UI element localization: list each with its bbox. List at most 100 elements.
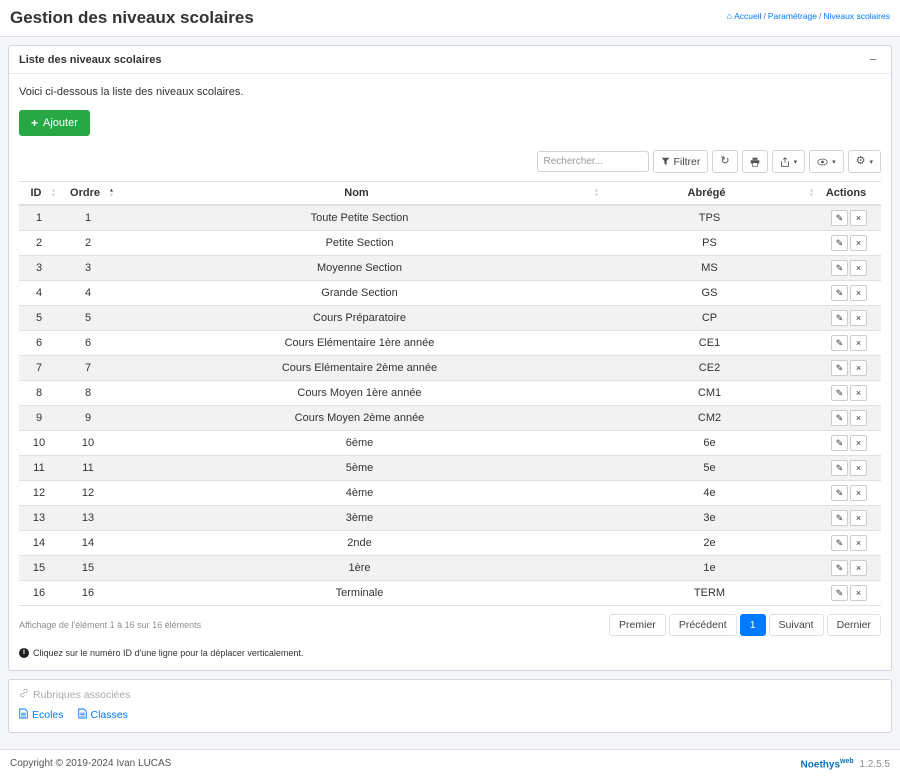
cell-id[interactable]: 3 bbox=[19, 256, 59, 281]
drag-hint-text: Cliquez sur le numéro ID d'une ligne pou… bbox=[33, 648, 303, 658]
edit-row-button[interactable]: ✎ bbox=[831, 535, 848, 551]
cell-id[interactable]: 2 bbox=[19, 231, 59, 256]
export-button[interactable]: ▾ bbox=[772, 150, 806, 173]
x-icon: × bbox=[856, 339, 861, 348]
delete-row-button[interactable]: × bbox=[850, 485, 867, 501]
delete-row-button[interactable]: × bbox=[850, 335, 867, 351]
levels-table: ID▲▼ Ordre▲▼ Nom▲▼ Abrégé▲▼ Actions 11To… bbox=[19, 181, 881, 606]
cell-id[interactable]: 11 bbox=[19, 456, 59, 481]
refresh-button[interactable]: ↻ bbox=[712, 150, 737, 173]
version-number: 1.2.5.5 bbox=[859, 759, 890, 770]
add-button[interactable]: + Ajouter bbox=[19, 110, 90, 136]
cell-ordre: 14 bbox=[59, 531, 117, 556]
col-header-abrege[interactable]: Abrégé▲▼ bbox=[602, 182, 817, 206]
edit-row-button[interactable]: ✎ bbox=[831, 310, 848, 326]
col-header-ordre[interactable]: Ordre▲▼ bbox=[59, 182, 117, 206]
delete-row-button[interactable]: × bbox=[850, 385, 867, 401]
edit-row-button[interactable]: ✎ bbox=[831, 260, 848, 276]
cell-id[interactable]: 14 bbox=[19, 531, 59, 556]
edit-row-button[interactable]: ✎ bbox=[831, 460, 848, 476]
cell-nom: Cours Elémentaire 2ème année bbox=[117, 356, 602, 381]
table-row: 33Moyenne SectionMS✎× bbox=[19, 256, 881, 281]
cell-actions: ✎× bbox=[817, 281, 881, 306]
cell-actions: ✎× bbox=[817, 431, 881, 456]
edit-row-button[interactable]: ✎ bbox=[831, 510, 848, 526]
settings-button[interactable]: ⚙ ▾ bbox=[848, 150, 881, 173]
breadcrumb-parametrage[interactable]: Paramétrage bbox=[768, 11, 817, 21]
delete-row-button[interactable]: × bbox=[850, 460, 867, 476]
print-button[interactable] bbox=[742, 150, 768, 173]
pagination-first-button[interactable]: Premier bbox=[609, 614, 666, 636]
delete-row-button[interactable]: × bbox=[850, 235, 867, 251]
cell-actions: ✎× bbox=[817, 331, 881, 356]
pencil-icon: ✎ bbox=[836, 564, 844, 573]
cell-abrege: 3e bbox=[602, 506, 817, 531]
pagination-last-button[interactable]: Dernier bbox=[827, 614, 881, 636]
brand-name: Noethys bbox=[801, 759, 840, 770]
x-icon: × bbox=[856, 364, 861, 373]
pencil-icon: ✎ bbox=[836, 439, 844, 448]
edit-row-button[interactable]: ✎ bbox=[831, 335, 848, 351]
cell-nom: Cours Moyen 1ère année bbox=[117, 381, 602, 406]
edit-row-button[interactable]: ✎ bbox=[831, 560, 848, 576]
breadcrumb-accueil[interactable]: Accueil bbox=[734, 11, 761, 21]
cell-id[interactable]: 5 bbox=[19, 306, 59, 331]
table-row: 11115ème5e✎× bbox=[19, 456, 881, 481]
edit-row-button[interactable]: ✎ bbox=[831, 235, 848, 251]
copyright-author: Ivan LUCAS bbox=[116, 758, 171, 769]
edit-row-button[interactable]: ✎ bbox=[831, 435, 848, 451]
delete-row-button[interactable]: × bbox=[850, 560, 867, 576]
col-header-id[interactable]: ID▲▼ bbox=[19, 182, 59, 206]
delete-row-button[interactable]: × bbox=[850, 260, 867, 276]
cell-id[interactable]: 6 bbox=[19, 331, 59, 356]
delete-row-button[interactable]: × bbox=[850, 210, 867, 226]
edit-row-button[interactable]: ✎ bbox=[831, 485, 848, 501]
cell-ordre: 9 bbox=[59, 406, 117, 431]
pagination-page-1-button[interactable]: 1 bbox=[740, 614, 766, 636]
edit-row-button[interactable]: ✎ bbox=[831, 385, 848, 401]
cell-id[interactable]: 12 bbox=[19, 481, 59, 506]
edit-row-button[interactable]: ✎ bbox=[831, 210, 848, 226]
columns-visibility-button[interactable]: ▾ bbox=[809, 150, 844, 173]
cell-nom: 5ème bbox=[117, 456, 602, 481]
delete-row-button[interactable]: × bbox=[850, 360, 867, 376]
cell-id[interactable]: 10 bbox=[19, 431, 59, 456]
delete-row-button[interactable]: × bbox=[850, 510, 867, 526]
cell-id[interactable]: 8 bbox=[19, 381, 59, 406]
cell-abrege: 5e bbox=[602, 456, 817, 481]
edit-row-button[interactable]: ✎ bbox=[831, 410, 848, 426]
pagination-previous-button[interactable]: Précédent bbox=[669, 614, 737, 636]
table-row: 66Cours Elémentaire 1ère annéeCE1✎× bbox=[19, 331, 881, 356]
cell-id[interactable]: 13 bbox=[19, 506, 59, 531]
cell-id[interactable]: 15 bbox=[19, 556, 59, 581]
delete-row-button[interactable]: × bbox=[850, 535, 867, 551]
col-header-nom[interactable]: Nom▲▼ bbox=[117, 182, 602, 206]
edit-row-button[interactable]: ✎ bbox=[831, 285, 848, 301]
cell-id[interactable]: 1 bbox=[19, 205, 59, 231]
cell-id[interactable]: 7 bbox=[19, 356, 59, 381]
link-classes-label: Classes bbox=[91, 709, 128, 721]
breadcrumb: ⌂Accueil/Paramétrage/Niveaux scolaires bbox=[727, 11, 890, 21]
delete-row-button[interactable]: × bbox=[850, 285, 867, 301]
link-classes[interactable]: Classes bbox=[78, 708, 128, 722]
search-input[interactable] bbox=[537, 151, 649, 172]
cell-id[interactable]: 16 bbox=[19, 581, 59, 606]
link-icon bbox=[19, 688, 29, 701]
cell-id[interactable]: 4 bbox=[19, 281, 59, 306]
cell-actions: ✎× bbox=[817, 205, 881, 231]
delete-row-button[interactable]: × bbox=[850, 310, 867, 326]
pagination-next-button[interactable]: Suivant bbox=[769, 614, 824, 636]
edit-row-button[interactable]: ✎ bbox=[831, 585, 848, 601]
link-ecoles[interactable]: Ecoles bbox=[19, 708, 64, 722]
card-title: Liste des niveaux scolaires bbox=[19, 54, 161, 66]
cell-actions: ✎× bbox=[817, 381, 881, 406]
delete-row-button[interactable]: × bbox=[850, 585, 867, 601]
x-icon: × bbox=[856, 564, 861, 573]
delete-row-button[interactable]: × bbox=[850, 410, 867, 426]
edit-row-button[interactable]: ✎ bbox=[831, 360, 848, 376]
filter-button[interactable]: Filtrer bbox=[653, 150, 709, 173]
collapse-button[interactable]: − bbox=[865, 53, 881, 66]
breadcrumb-niveaux-scolaires[interactable]: Niveaux scolaires bbox=[823, 11, 890, 21]
delete-row-button[interactable]: × bbox=[850, 435, 867, 451]
cell-id[interactable]: 9 bbox=[19, 406, 59, 431]
